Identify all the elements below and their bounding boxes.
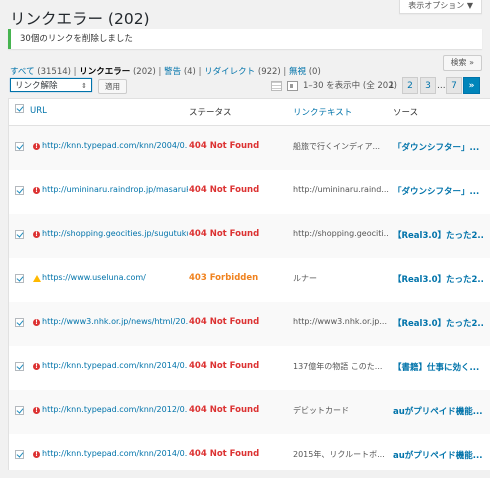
table-row: ! http://shopping.geocities.jp/sugutuku/…: [9, 214, 490, 258]
link-source[interactable]: 「ダウンシフター」...: [393, 185, 483, 197]
page-link-3[interactable]: 3: [420, 77, 436, 94]
table-row: ! http://knn.typepad.com/knn/2012/0... 4…: [9, 390, 490, 434]
filter-broken[interactable]: リンクエラー: [79, 67, 130, 77]
link-status: 403 Forbidden: [189, 273, 259, 283]
error-icon: !: [33, 231, 40, 238]
link-status: 404 Not Found: [189, 317, 260, 327]
link-url[interactable]: http://knn.typepad.com/knn/2014/0...: [42, 449, 188, 458]
current-page: 1: [389, 81, 395, 91]
link-url[interactable]: http://knn.typepad.com/knn/2004/0...: [42, 141, 188, 150]
filter-broken-count: (202): [132, 67, 156, 77]
link-text: 船旅で行くインディア...: [293, 142, 381, 151]
row-checkbox[interactable]: [15, 362, 24, 371]
filter-all-count: (31514): [37, 67, 71, 77]
table-row: ! http://knn.typepad.com/knn/2014/0... 4…: [9, 434, 490, 478]
error-icon: !: [33, 187, 40, 194]
row-checkbox[interactable]: [15, 450, 24, 459]
link-text: 137億年の物語 このた...: [293, 362, 383, 371]
table-row: ! http://knn.typepad.com/knn/2004/0... 4…: [9, 126, 490, 170]
column-header-status: ステータス: [189, 108, 232, 118]
link-status: 404 Not Found: [189, 141, 260, 151]
link-url[interactable]: http://www3.nhk.or.jp/news/html/20...: [42, 317, 188, 326]
filter-dismissed[interactable]: 無視: [289, 67, 306, 77]
error-icon: !: [33, 319, 40, 326]
filter-all[interactable]: すべて: [10, 67, 35, 77]
filter-redirects[interactable]: リダイレクト: [204, 67, 255, 77]
column-header-source: ソース: [393, 108, 419, 118]
link-source[interactable]: 【書籍】仕事に効く...: [393, 361, 483, 373]
page-link-2[interactable]: 2: [402, 77, 418, 94]
filter-redirects-count: (922): [257, 67, 281, 77]
select-arrows-icon: ⇕: [81, 82, 87, 90]
pagination-ellipsis: ...: [437, 81, 446, 91]
link-status: 404 Not Found: [189, 405, 260, 415]
error-icon: !: [33, 451, 40, 458]
success-notice: 30個のリンクを削除しました: [8, 29, 482, 49]
status-filter-links: すべて (31514) | リンクエラー (202) | 警告 (4) | リダ…: [10, 67, 321, 77]
link-url[interactable]: http://umininaru.raindrop.jp/masaruk...: [42, 185, 188, 194]
error-icon: !: [33, 143, 40, 150]
row-checkbox[interactable]: [15, 318, 24, 327]
link-url[interactable]: https://www.useluna.com/: [42, 273, 188, 282]
apply-button[interactable]: 適用: [98, 79, 127, 94]
page-link-last[interactable]: 7: [446, 77, 462, 94]
displaying-num: 1–30 を表示中 (全 202): [303, 81, 397, 91]
link-status: 404 Not Found: [189, 185, 260, 195]
link-url[interactable]: http://knn.typepad.com/knn/2014/0...: [42, 361, 188, 370]
link-text: http://www3.nhk.or.jp...: [293, 317, 388, 326]
link-source[interactable]: 【Real3.0】たった2...: [393, 229, 483, 241]
column-header-link-text[interactable]: リンクテキスト: [293, 106, 352, 118]
filter-dismissed-count: (0): [308, 67, 321, 77]
row-checkbox[interactable]: [15, 142, 24, 151]
link-text: ルナー: [293, 274, 317, 283]
page-title: リンクエラー (202): [10, 10, 150, 28]
link-text: http://umininaru.raind...: [293, 185, 389, 194]
screen-options-button[interactable]: 表示オプション ▼: [399, 0, 482, 14]
filter-warnings[interactable]: 警告: [164, 67, 181, 77]
link-url[interactable]: http://shopping.geocities.jp/sugutuku/: [42, 229, 188, 238]
link-url[interactable]: http://knn.typepad.com/knn/2012/0...: [42, 405, 188, 414]
error-icon: !: [33, 407, 40, 414]
table-row: https://www.useluna.com/ 403 Forbidden ル…: [9, 258, 490, 302]
row-checkbox[interactable]: [15, 186, 24, 195]
excerpt-view-icon[interactable]: [287, 81, 298, 91]
select-all-checkbox[interactable]: [15, 104, 24, 113]
search-button[interactable]: 検索 »: [442, 55, 482, 71]
link-text: デビットカード: [293, 406, 349, 415]
link-source[interactable]: 「ダウンシフター」...: [393, 141, 483, 153]
link-status: 404 Not Found: [189, 229, 260, 239]
bulk-action-value: リンク解除: [15, 81, 58, 91]
table-row: ! http://www3.nhk.or.jp/news/html/20... …: [9, 302, 490, 346]
column-header-url[interactable]: URL: [30, 106, 47, 116]
link-source[interactable]: 【Real3.0】たった2...: [393, 317, 483, 329]
bulk-action-select[interactable]: リンク解除 ⇕: [10, 78, 92, 92]
filter-warnings-count: (4): [183, 67, 196, 77]
table-row: ! http://knn.typepad.com/knn/2014/0... 4…: [9, 346, 490, 390]
error-icon: !: [33, 363, 40, 370]
next-page-button[interactable]: »: [463, 77, 480, 94]
list-view-icon[interactable]: [271, 81, 282, 91]
table-header: URL ステータス リンクテキスト ソース: [9, 99, 490, 126]
row-checkbox[interactable]: [15, 406, 24, 415]
table-row: ! http://umininaru.raindrop.jp/masaruk..…: [9, 170, 490, 214]
link-source[interactable]: 【Real3.0】たった2...: [393, 273, 483, 285]
warning-icon: [33, 275, 41, 282]
links-table: URL ステータス リンクテキスト ソース ! http://knn.typep…: [8, 98, 490, 470]
link-source[interactable]: auがプリペイド機能...: [393, 405, 483, 417]
link-status: 404 Not Found: [189, 449, 260, 459]
link-status: 404 Not Found: [189, 361, 260, 371]
link-text: 2015年、リクルートボ...: [293, 450, 385, 459]
link-text: http://shopping.geociti...: [293, 229, 389, 238]
row-checkbox[interactable]: [15, 274, 24, 283]
row-checkbox[interactable]: [15, 230, 24, 239]
link-source[interactable]: auがプリペイド機能...: [393, 449, 483, 461]
